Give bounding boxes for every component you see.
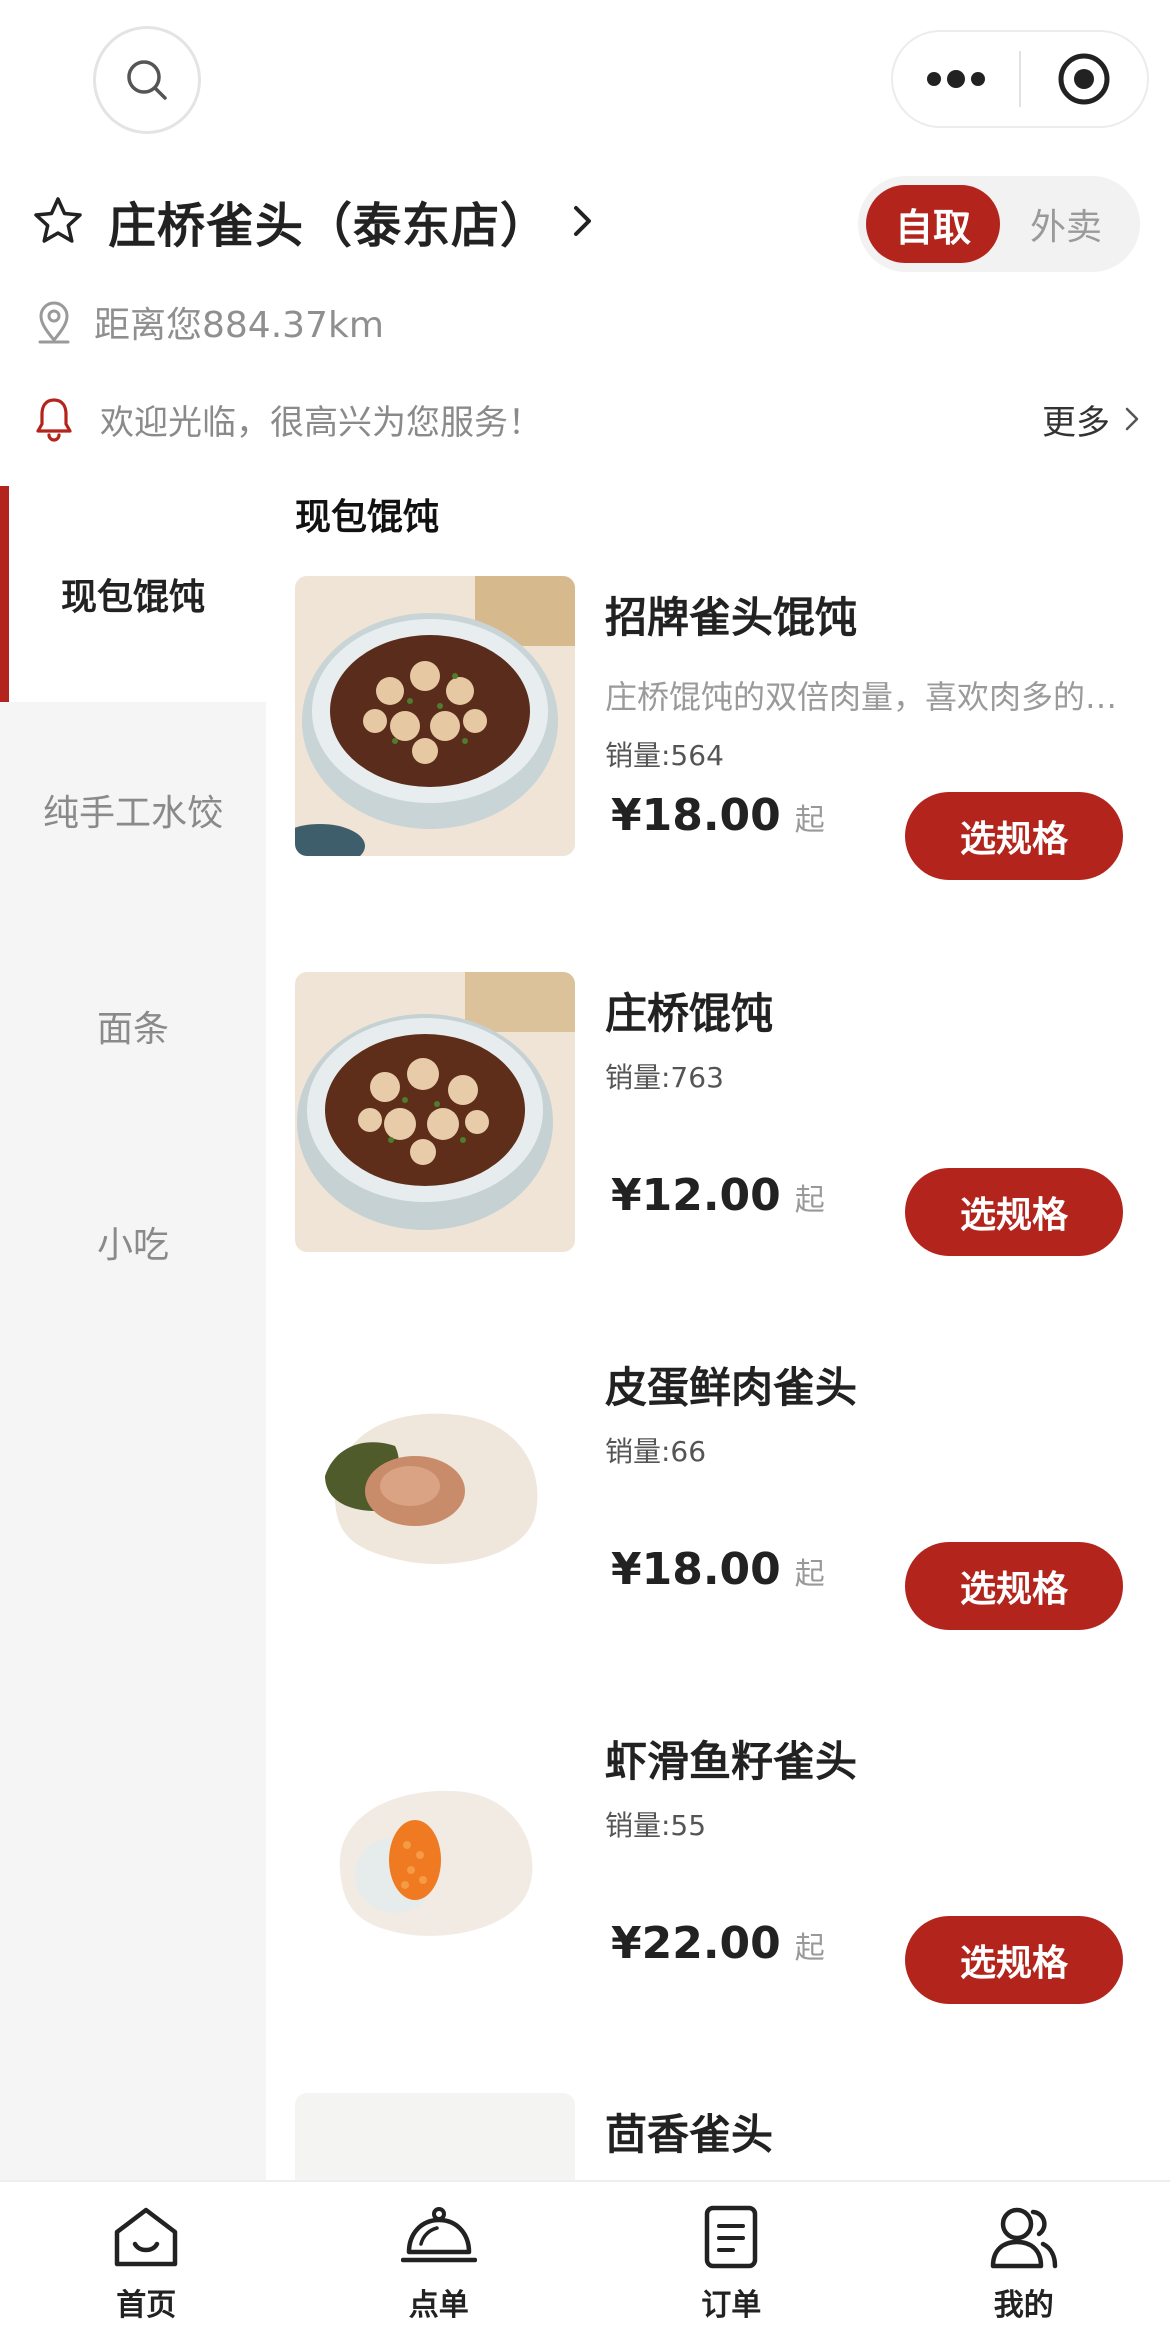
- notice-more-label: 更多: [1042, 402, 1110, 443]
- item-sales: 销量:66: [605, 1435, 707, 1468]
- tab-label: 首页: [116, 2288, 177, 2323]
- item-price-group: ¥18.00 起: [611, 1544, 825, 1595]
- distance-row: 距离您884.37km: [36, 294, 384, 350]
- location-pin-icon: [38, 301, 70, 344]
- select-spec-button[interactable]: 选规格: [905, 1542, 1123, 1630]
- tab-order[interactable]: 点单: [293, 2182, 586, 2331]
- category-item-snacks[interactable]: 小吃: [0, 1134, 266, 1350]
- item-price: ¥12.00: [611, 1170, 781, 1221]
- chevron-right-icon: [1125, 407, 1139, 431]
- delivery-option[interactable]: 外卖: [1000, 185, 1132, 263]
- notice-text: 欢迎光临，很高兴为您服务！: [100, 402, 542, 443]
- item-name: 虾滑鱼籽雀头: [605, 1737, 858, 1786]
- select-spec-button[interactable]: 选规格: [905, 792, 1123, 880]
- menu-page: 庄桥雀头（泰东店） 自取 外卖 距离您884.37km 欢迎光临，很高兴为您服务…: [0, 0, 1170, 2331]
- store-header[interactable]: 庄桥雀头（泰东店）: [32, 186, 595, 256]
- item-image-fennel: [295, 2093, 575, 2180]
- price-suffix: 起: [794, 1557, 825, 1592]
- item-name: 招牌雀头馄饨: [605, 593, 858, 642]
- category-label: 纯手工水饺: [42, 793, 223, 834]
- category-label: 现包馄饨: [60, 577, 205, 618]
- notice-more-link[interactable]: 更多: [1042, 389, 1140, 449]
- search-icon: [127, 60, 167, 100]
- store-chevron-right-icon: [571, 203, 595, 239]
- menu-item[interactable]: 庄桥馄饨 销量:763 ¥12.00 起 选规格: [295, 972, 1140, 1256]
- item-price: ¥22.00: [611, 1918, 781, 1969]
- menu-item[interactable]: 招牌雀头馄饨 庄桥馄饨的双倍肉量，喜欢肉多的朋友选它 销量:564 ¥18.00…: [295, 576, 1140, 880]
- price-suffix: 起: [794, 1931, 825, 1966]
- menu-item[interactable]: 皮蛋鲜肉雀头 销量:66 ¥18.00 起 选规格: [295, 1346, 1140, 1630]
- price-suffix: 起: [794, 803, 825, 838]
- select-spec-button[interactable]: 选规格: [905, 1916, 1123, 2004]
- category-item-noodles[interactable]: 面条: [0, 918, 266, 1134]
- price-suffix: 起: [794, 1183, 825, 1218]
- store-name: 庄桥雀头（泰东店）: [108, 198, 550, 254]
- item-description: 庄桥馄饨的双倍肉量，喜欢肉多的朋友选它: [605, 678, 1125, 716]
- order-icon: [705, 2205, 758, 2269]
- item-price-group: ¥18.00 起: [611, 790, 825, 841]
- item-price: ¥18.00: [611, 790, 781, 841]
- distance-text: 距离您884.37km: [94, 305, 384, 346]
- item-price-group: ¥22.00 起: [611, 1918, 825, 1969]
- favorite-star-icon[interactable]: [32, 195, 84, 247]
- category-label: 面条: [96, 1009, 169, 1050]
- mini-program-capsule: [891, 30, 1149, 128]
- pickup-option[interactable]: 自取: [866, 185, 1000, 263]
- item-name: 茴香雀头: [605, 2110, 774, 2159]
- tab-profile[interactable]: 我的: [878, 2182, 1170, 2331]
- search-button[interactable]: [93, 26, 201, 134]
- menu-item[interactable]: 虾滑鱼籽雀头 销量:55 ¥22.00 起 选规格: [295, 1720, 1140, 2004]
- item-image-dumpling-green: [295, 1346, 575, 1626]
- more-dots-icon: [927, 70, 985, 88]
- item-image-wonton-bowl: [295, 576, 575, 856]
- pickup-delivery-toggle: 自取 外卖: [858, 176, 1140, 272]
- tab-label: 我的: [993, 2288, 1054, 2323]
- tab-orders-list[interactable]: 订单: [585, 2182, 878, 2331]
- target-close-icon: [1058, 53, 1110, 105]
- tab-home[interactable]: 首页: [0, 2182, 293, 2331]
- category-sidebar: 现包馄饨 纯手工水饺 面条 小吃: [0, 486, 266, 2180]
- item-price-group: ¥12.00 起: [611, 1170, 825, 1221]
- item-image-wonton-bowl: [295, 972, 575, 1252]
- category-item-handmade-dumplings[interactable]: 纯手工水饺: [0, 702, 266, 918]
- item-name: 庄桥馄饨: [605, 989, 774, 1038]
- profile-icon: [990, 2207, 1057, 2269]
- section-title: 现包馄饨: [295, 497, 440, 538]
- item-sales: 销量:564: [605, 739, 724, 772]
- notice-bar: 欢迎光临，很高兴为您服务！ 更多: [34, 389, 1140, 449]
- close-mini-program-button[interactable]: [1021, 32, 1147, 126]
- item-name: 皮蛋鲜肉雀头: [605, 1363, 858, 1412]
- item-image-dumpling-roe: [295, 1720, 575, 2000]
- bell-icon: [36, 398, 72, 442]
- bottom-tab-bar: 首页 点单 订单 我的: [0, 2180, 1170, 2331]
- item-sales: 销量:55: [605, 1809, 707, 1842]
- menu-item[interactable]: 茴香雀头: [295, 2093, 1140, 2180]
- select-spec-button[interactable]: 选规格: [905, 1168, 1123, 1256]
- tab-label: 订单: [701, 2288, 762, 2323]
- tab-label: 点单: [408, 2288, 469, 2323]
- category-item-dumplings-wonton[interactable]: 现包馄饨: [0, 486, 266, 702]
- home-icon: [115, 2207, 178, 2267]
- cloche-icon: [400, 2207, 477, 2263]
- more-options-button[interactable]: [893, 32, 1019, 126]
- category-label: 小吃: [96, 1225, 169, 1266]
- item-sales: 销量:763: [605, 1061, 724, 1094]
- item-price: ¥18.00: [611, 1544, 781, 1595]
